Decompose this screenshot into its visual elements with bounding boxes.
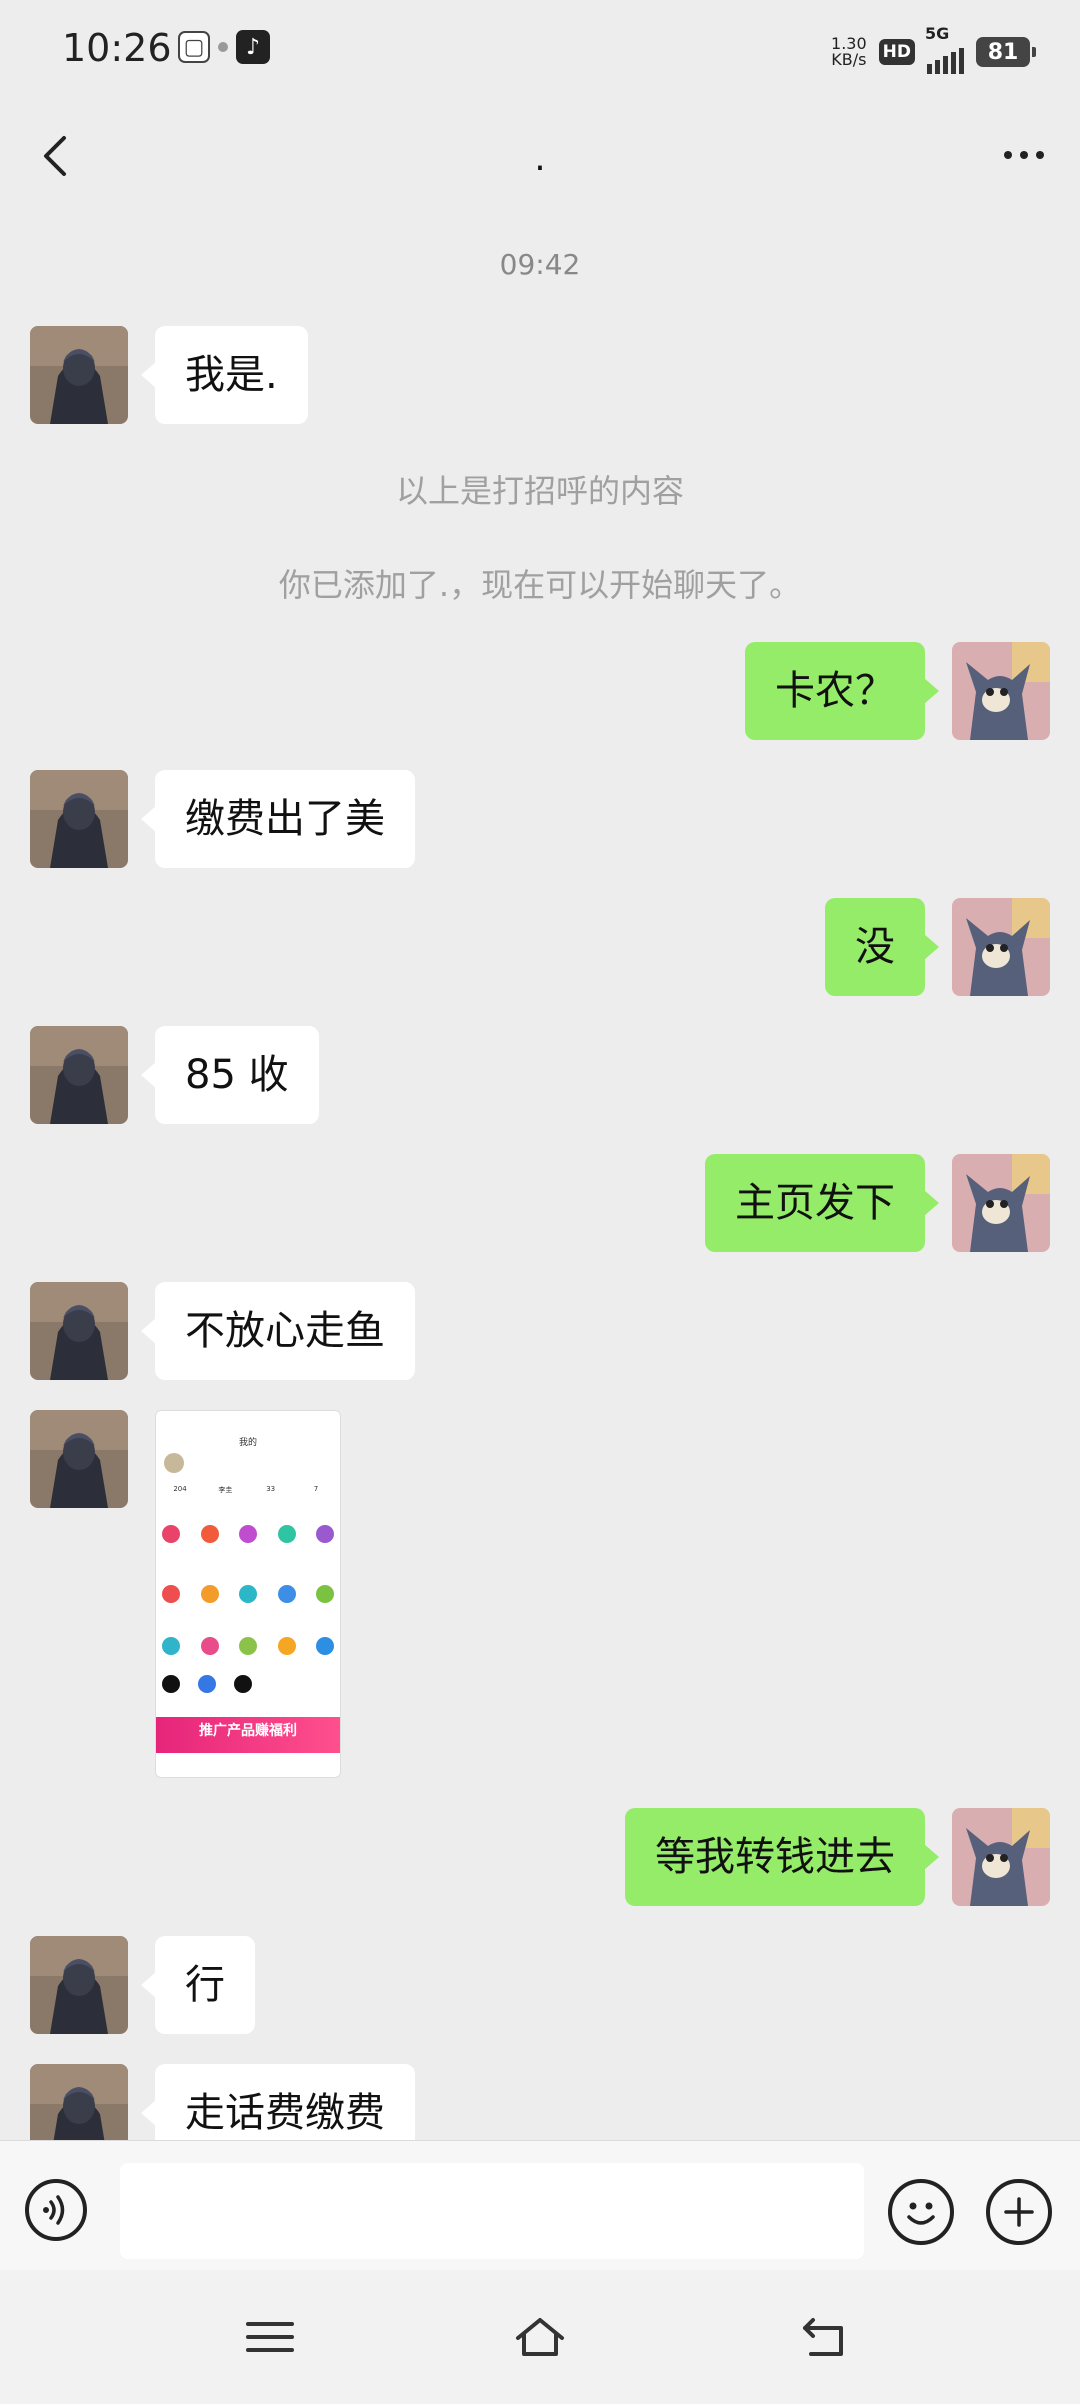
- notification-dot-icon: [218, 42, 228, 52]
- notification-app-icon: ▢: [178, 31, 210, 63]
- chat-header: .: [0, 96, 1080, 214]
- image-icon-row: [162, 1675, 334, 1693]
- my-avatar[interactable]: [952, 642, 1050, 740]
- home-nav-button[interactable]: [510, 2312, 570, 2362]
- status-indicators: 1.30 KB/s HD 5G 81: [831, 24, 1036, 74]
- my-avatar[interactable]: [952, 898, 1050, 996]
- voice-input-button[interactable]: [25, 2179, 87, 2241]
- chat-title: .: [534, 138, 546, 179]
- chat-message-list[interactable]: 09:42 我是. 以上是打招呼的内容 你已添加了.，现在可以开始聊天了。 卡农…: [0, 214, 1080, 2140]
- hd-badge: HD: [878, 39, 915, 65]
- image-icon-row: [162, 1525, 334, 1543]
- voice-icon: [43, 2195, 65, 2225]
- outgoing-message-bubble[interactable]: 卡农？: [745, 642, 939, 740]
- image-icon-row: [162, 1637, 334, 1655]
- system-navigation-bar: [0, 2270, 1080, 2404]
- incoming-message-bubble[interactable]: 不放心走鱼: [141, 1282, 415, 1380]
- outgoing-message-bubble[interactable]: 等我转钱进去: [625, 1808, 939, 1906]
- home-icon: [516, 2318, 564, 2356]
- image-icon-row: [162, 1585, 334, 1603]
- emoji-icon: [907, 2202, 935, 2225]
- system-message: 你已添加了.，现在可以开始聊天了。: [278, 566, 802, 604]
- image-stats-row: 204 李圭 33 7: [173, 1485, 319, 1494]
- status-time: 10:26: [62, 26, 172, 70]
- battery-icon: 81: [976, 37, 1036, 67]
- my-avatar[interactable]: [952, 1154, 1050, 1252]
- more-dots-icon: [1004, 151, 1012, 159]
- incoming-message-bubble[interactable]: 我是.: [141, 326, 308, 424]
- message-input-bar: [0, 2140, 1080, 2271]
- more-options-button[interactable]: [994, 130, 1054, 180]
- battery-level: 81: [987, 39, 1019, 65]
- plus-icon: [1004, 2197, 1034, 2227]
- incoming-message-bubble[interactable]: 走话费缴费: [141, 2064, 415, 2140]
- message-timestamp: 09:42: [499, 248, 581, 281]
- network-speed: 1.30 KB/s: [831, 36, 867, 68]
- incoming-message-bubble[interactable]: 缴费出了美: [141, 770, 415, 868]
- contact-avatar[interactable]: [30, 326, 128, 424]
- image-screen-title: 我的: [238, 1438, 257, 1448]
- contact-avatar[interactable]: [30, 1026, 128, 1124]
- message-text-input[interactable]: [120, 2163, 864, 2259]
- system-message: 以上是打招呼的内容: [395, 472, 684, 510]
- network-type: 5G: [925, 24, 950, 43]
- outgoing-message-bubble[interactable]: 没: [825, 898, 939, 996]
- incoming-message-bubble[interactable]: 85 收: [141, 1026, 319, 1124]
- image-profile-avatar: [164, 1453, 184, 1473]
- contact-avatar[interactable]: [30, 2064, 128, 2140]
- back-nav-icon: [803, 2318, 843, 2356]
- back-nav-button[interactable]: [795, 2312, 855, 2362]
- signal-icon: 5G: [925, 24, 964, 74]
- image-banner: 推广产品赚福利: [156, 1717, 340, 1753]
- outgoing-message-bubble[interactable]: 主页发下: [705, 1154, 939, 1252]
- incoming-message-bubble[interactable]: 行: [141, 1936, 255, 2034]
- menu-icon: [246, 2322, 294, 2352]
- my-avatar[interactable]: [952, 1808, 1050, 1906]
- contact-avatar[interactable]: [30, 1410, 128, 1508]
- status-app-icons: ▢ ♪: [178, 30, 270, 64]
- image-message[interactable]: 我的 204 李圭 33 7 推广产品赚福利: [155, 1410, 341, 1778]
- menu-nav-button[interactable]: [240, 2312, 300, 2362]
- status-bar: 10:26 ▢ ♪ 1.30 KB/s HD 5G 81: [0, 0, 1080, 96]
- emoji-button[interactable]: [888, 2179, 954, 2245]
- tiktok-notification-icon: ♪: [236, 30, 270, 64]
- network-speed-unit: KB/s: [831, 50, 867, 69]
- contact-avatar[interactable]: [30, 1282, 128, 1380]
- contact-avatar[interactable]: [30, 1936, 128, 2034]
- more-input-button[interactable]: [986, 2179, 1052, 2245]
- contact-avatar[interactable]: [30, 770, 128, 868]
